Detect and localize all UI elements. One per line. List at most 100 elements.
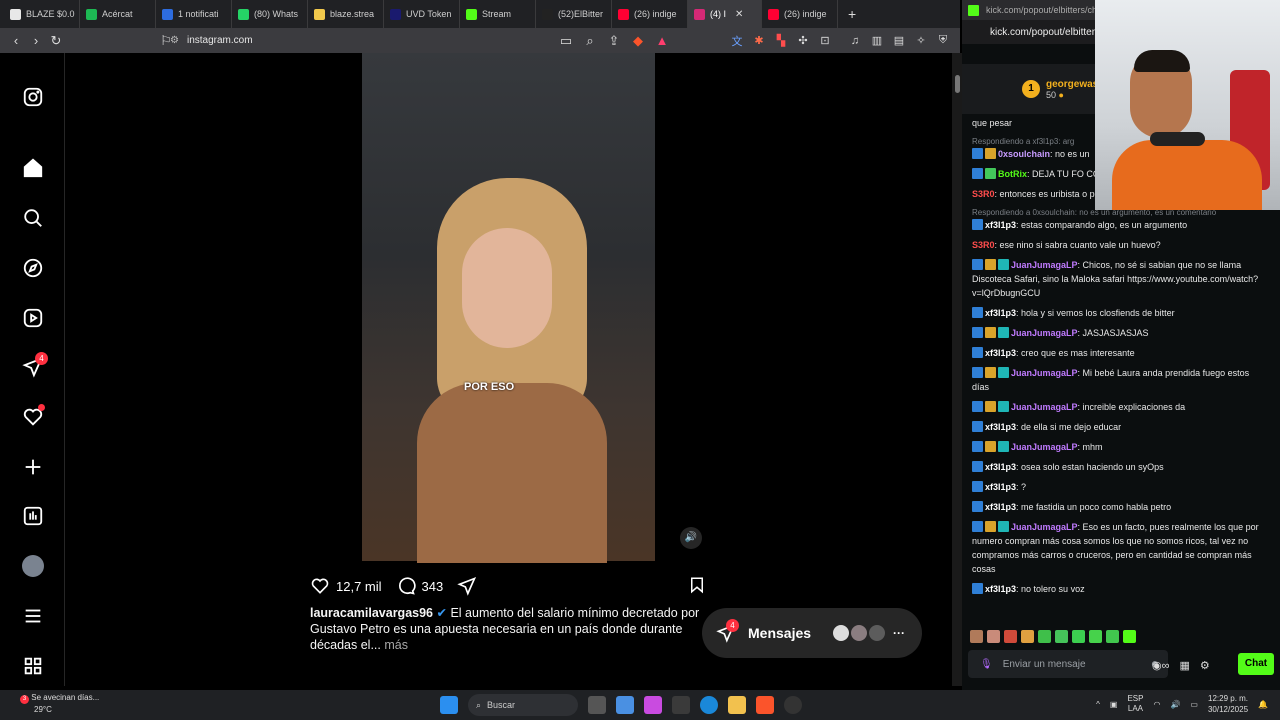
chat-username[interactable]: xf3l1p3 xyxy=(985,308,1016,318)
browser-tab[interactable]: (26) indige xyxy=(612,0,688,28)
chat-username[interactable]: S3R0 xyxy=(972,240,995,250)
translate-icon[interactable]: 文 xyxy=(728,33,746,49)
browser-tab[interactable]: Acércat xyxy=(80,0,156,28)
explore-icon[interactable] xyxy=(20,255,46,281)
leo-ai-icon[interactable]: ✧ xyxy=(912,34,930,47)
chat-username[interactable]: JuanJumagaLP xyxy=(1011,328,1078,338)
chat-username[interactable]: S3R0 xyxy=(972,189,995,199)
page-scrollbar[interactable] xyxy=(952,53,962,686)
mic-icon[interactable]: 🎙 xyxy=(980,659,993,670)
emote-icon[interactable] xyxy=(1089,630,1102,643)
reel-video-player[interactable]: POR ESO 🔊 xyxy=(300,53,716,563)
create-icon[interactable] xyxy=(20,454,46,480)
forward-icon[interactable]: › xyxy=(26,33,46,48)
emote-icon[interactable] xyxy=(1106,630,1119,643)
browser-tab[interactable]: (52)ElBitter xyxy=(536,0,612,28)
emote-icon[interactable] xyxy=(970,630,983,643)
volume-icon[interactable]: 🔊 xyxy=(680,527,702,549)
browser-tab[interactable]: BLAZE $0.0 xyxy=(4,0,80,28)
instagram-logo-icon[interactable] xyxy=(20,84,46,110)
brave-shield-icon[interactable]: ◆ xyxy=(628,33,648,49)
like-button[interactable]: 12,7 mil xyxy=(310,576,382,596)
chat-username[interactable]: xf3l1p3 xyxy=(985,220,1016,230)
vpn-icon[interactable]: ⛨ xyxy=(934,34,952,47)
store-app-icon[interactable] xyxy=(672,696,690,714)
store-icon[interactable]: ▦ xyxy=(1179,659,1189,672)
chat-username[interactable]: 0xsoulchain xyxy=(998,149,1050,159)
snipping-tool-icon[interactable] xyxy=(616,696,634,714)
emote-icon[interactable] xyxy=(1123,630,1136,643)
home-icon[interactable] xyxy=(20,155,46,181)
chat-username[interactable]: xf3l1p3 xyxy=(985,348,1016,358)
site-info-icon[interactable]: ⚙ xyxy=(170,35,179,46)
emote-icon[interactable] xyxy=(1055,630,1068,643)
emote-icon[interactable] xyxy=(1021,630,1034,643)
chat-username[interactable]: JuanJumagaLP xyxy=(1011,442,1078,452)
comment-button[interactable]: 343 xyxy=(396,576,443,596)
chat-username[interactable]: xf3l1p3 xyxy=(985,462,1016,472)
start-windows-icon[interactable] xyxy=(440,696,458,714)
speaker-icon[interactable]: 🔊 xyxy=(1170,700,1180,709)
emote-icon[interactable] xyxy=(987,630,1000,643)
wallet-icon[interactable]: ▤ xyxy=(890,34,908,47)
chat-username[interactable]: xf3l1p3 xyxy=(985,584,1016,594)
apps-grid-icon[interactable] xyxy=(20,653,46,679)
edge-icon[interactable] xyxy=(700,696,718,714)
more-link[interactable]: más xyxy=(384,638,408,652)
zoom-icon[interactable]: ⌕ xyxy=(580,33,600,49)
emote-icon[interactable] xyxy=(1072,630,1085,643)
chat-username[interactable]: JuanJumagaLP xyxy=(1011,402,1078,412)
settings-gear-icon[interactable]: ⚙ xyxy=(1200,659,1210,672)
taskbar-clock[interactable]: 12:29 p. m. 30/12/2025 xyxy=(1208,693,1248,715)
language-indicator[interactable]: ESP LAA xyxy=(1127,694,1143,714)
browser-tab[interactable]: Stream xyxy=(460,0,536,28)
chat-username[interactable]: BotRix xyxy=(998,169,1027,179)
points-icon[interactable]: ◉∞ xyxy=(1152,659,1169,672)
file-explorer-icon[interactable] xyxy=(728,696,746,714)
post-username[interactable]: lauracamilavargas96 xyxy=(310,606,433,620)
weather-widget[interactable]: 3 Se avecinan días... 29°C xyxy=(20,692,99,715)
emote-icon[interactable] xyxy=(1038,630,1051,643)
reels-icon[interactable] xyxy=(20,305,46,331)
extension-icon-2[interactable]: ▚ xyxy=(772,34,790,47)
sidebar-toggle-icon[interactable]: ▥ xyxy=(868,34,886,47)
new-tab-button[interactable]: + xyxy=(848,6,856,22)
save-button[interactable] xyxy=(688,575,706,598)
chat-input[interactable]: 🎙 Enviar un mensaje ☻ xyxy=(968,650,1168,678)
messages-icon[interactable]: 4 xyxy=(20,352,48,380)
notification-bell-icon[interactable]: 🔔 xyxy=(1258,700,1268,709)
messages-button[interactable]: Mensajes ··· xyxy=(702,608,922,658)
taskbar-search[interactable]: ⌕ Buscar xyxy=(468,694,578,716)
browser-tab[interactable]: (26) indige xyxy=(762,0,838,28)
browser-tab[interactable]: 1 notificati xyxy=(156,0,232,28)
screen-share-icon[interactable]: ▭ xyxy=(556,33,576,49)
back-icon[interactable]: ‹ xyxy=(6,33,26,48)
extensions-puzzle-icon[interactable]: ✣ xyxy=(794,34,812,47)
share-button[interactable] xyxy=(457,576,477,596)
brave-browser-icon[interactable] xyxy=(756,696,774,714)
browser-tab[interactable]: UVD Token xyxy=(384,0,460,28)
wifi-icon[interactable]: ◠ xyxy=(1153,700,1160,709)
chat-username[interactable]: xf3l1p3 xyxy=(985,502,1016,512)
more-menu-icon[interactable] xyxy=(20,603,46,629)
file-icon[interactable] xyxy=(588,696,606,714)
chat-username[interactable]: JuanJumagaLP xyxy=(1011,368,1078,378)
chat-username[interactable]: xf3l1p3 xyxy=(985,422,1016,432)
screenshot-icon[interactable]: ⊡ xyxy=(816,34,834,47)
music-icon[interactable]: ♫ xyxy=(846,35,864,47)
brave-rewards-icon[interactable]: ▲ xyxy=(652,33,672,48)
chat-username[interactable]: JuanJumagaLP xyxy=(1011,522,1078,532)
extension-icon-1[interactable]: ✱ xyxy=(750,34,768,47)
browser-tab[interactable]: (4) I ✕ xyxy=(688,0,762,28)
more-dots-icon[interactable]: ··· xyxy=(893,626,905,640)
copilot-icon[interactable] xyxy=(644,696,662,714)
profile-avatar[interactable] xyxy=(20,553,46,579)
chat-username[interactable]: JuanJumagaLP xyxy=(1011,260,1078,270)
close-tab-icon[interactable]: ✕ xyxy=(735,9,743,20)
emote-icon[interactable] xyxy=(1004,630,1017,643)
dashboard-icon[interactable] xyxy=(20,503,46,529)
search-icon[interactable] xyxy=(20,205,46,231)
browser-tab[interactable]: blaze.strea xyxy=(308,0,384,28)
chat-send-button[interactable]: Chat xyxy=(1238,653,1274,675)
battery-icon[interactable]: ▭ xyxy=(1190,700,1198,709)
